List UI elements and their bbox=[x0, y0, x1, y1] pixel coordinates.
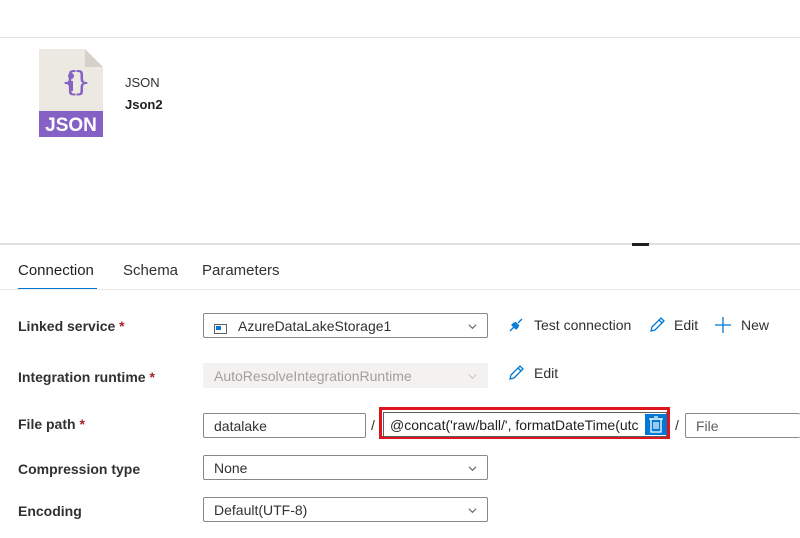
json-file-icon: { } JSON bbox=[39, 49, 103, 137]
test-connection-button[interactable]: Test connection bbox=[507, 316, 633, 336]
tab-schema[interactable]: Schema bbox=[123, 262, 178, 279]
path-separator: / bbox=[675, 417, 679, 433]
compression-type-select[interactable]: None bbox=[203, 455, 488, 480]
plus-icon bbox=[715, 317, 731, 333]
linked-service-select[interactable]: AzureDataLakeStorage1 bbox=[203, 313, 488, 338]
container-input[interactable]: datalake bbox=[203, 413, 366, 438]
chevron-down-icon bbox=[468, 374, 477, 380]
encoding-label: Encoding bbox=[18, 503, 82, 519]
json-icon-label: JSON bbox=[45, 115, 97, 136]
chevron-down-icon bbox=[468, 324, 477, 330]
compression-type-label: Compression type bbox=[18, 461, 141, 477]
tab-connection[interactable]: Connection bbox=[18, 262, 94, 279]
pencil-icon bbox=[650, 317, 665, 332]
linked-service-label: Linked service * bbox=[18, 318, 125, 334]
tabs-divider bbox=[0, 289, 800, 290]
file-path-label: File path * bbox=[18, 416, 85, 432]
svg-text:}: } bbox=[73, 65, 91, 98]
storage-icon bbox=[214, 321, 227, 334]
directory-expression-input[interactable]: @concat('raw/ball/', formatDateTime(utc bbox=[383, 412, 667, 437]
path-separator: / bbox=[371, 417, 375, 433]
splitter-handle[interactable] bbox=[632, 243, 649, 246]
chevron-down-icon bbox=[468, 508, 477, 514]
encoding-select[interactable]: Default(UTF-8) bbox=[203, 497, 488, 522]
new-linked-service-button[interactable]: New bbox=[714, 316, 774, 336]
pencil-icon bbox=[509, 365, 524, 380]
top-divider bbox=[0, 37, 800, 38]
edit-integration-runtime-button[interactable]: Edit bbox=[507, 364, 561, 384]
encoding-value: Default(UTF-8) bbox=[214, 502, 308, 518]
compression-type-value: None bbox=[214, 460, 248, 476]
tab-parameters[interactable]: Parameters bbox=[202, 262, 280, 279]
integration-runtime-value: AutoResolveIntegrationRuntime bbox=[214, 368, 412, 384]
panel-splitter[interactable] bbox=[0, 243, 800, 245]
plug-icon bbox=[509, 318, 523, 332]
integration-runtime-select[interactable]: AutoResolveIntegrationRuntime bbox=[203, 363, 488, 388]
dataset-name: Json2 bbox=[125, 97, 163, 112]
chevron-down-icon bbox=[468, 466, 477, 472]
dataset-type: JSON bbox=[125, 75, 160, 90]
integration-runtime-label: Integration runtime * bbox=[18, 369, 155, 385]
edit-linked-service-button[interactable]: Edit bbox=[648, 316, 700, 336]
file-name-input[interactable]: File bbox=[685, 413, 800, 438]
linked-service-value: AzureDataLakeStorage1 bbox=[238, 318, 392, 334]
delete-icon[interactable] bbox=[645, 414, 667, 435]
